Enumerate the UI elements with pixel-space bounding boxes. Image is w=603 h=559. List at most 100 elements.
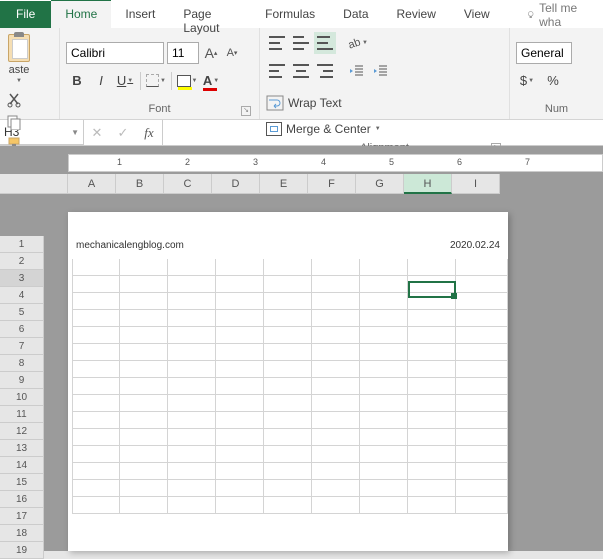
cell[interactable]: [360, 429, 408, 446]
cell[interactable]: [264, 259, 312, 276]
cell[interactable]: [312, 259, 360, 276]
row-header-12[interactable]: 12: [0, 423, 44, 440]
percent-button[interactable]: %: [542, 70, 564, 92]
tell-me[interactable]: Tell me wha: [512, 0, 603, 28]
tab-review[interactable]: Review: [383, 0, 450, 28]
cell[interactable]: [360, 480, 408, 497]
col-header-e[interactable]: E: [260, 174, 308, 194]
cell[interactable]: [72, 361, 120, 378]
cell[interactable]: [120, 429, 168, 446]
col-header-c[interactable]: C: [164, 174, 212, 194]
cell[interactable]: [216, 497, 264, 514]
tab-insert[interactable]: Insert: [111, 0, 169, 28]
row-header-4[interactable]: 4: [0, 287, 44, 304]
italic-button[interactable]: I: [90, 70, 112, 92]
cell[interactable]: [456, 395, 508, 412]
cell[interactable]: [360, 344, 408, 361]
col-header-g[interactable]: G: [356, 174, 404, 194]
cell[interactable]: [264, 293, 312, 310]
row-header-7[interactable]: 7: [0, 338, 44, 355]
cell[interactable]: [408, 463, 456, 480]
row-header-17[interactable]: 17: [0, 508, 44, 525]
cell[interactable]: [312, 293, 360, 310]
cell[interactable]: [72, 293, 120, 310]
shrink-font-button[interactable]: A▾: [223, 44, 241, 62]
cell[interactable]: [312, 480, 360, 497]
cell[interactable]: [264, 395, 312, 412]
cell[interactable]: [120, 310, 168, 327]
cell[interactable]: [216, 463, 264, 480]
align-left-button[interactable]: [266, 60, 288, 82]
cell[interactable]: [168, 310, 216, 327]
cell[interactable]: [360, 446, 408, 463]
cell[interactable]: [408, 361, 456, 378]
cell[interactable]: [72, 446, 120, 463]
cell[interactable]: [360, 395, 408, 412]
row-header-11[interactable]: 11: [0, 406, 44, 423]
cell[interactable]: [216, 429, 264, 446]
cell[interactable]: [216, 395, 264, 412]
cell[interactable]: [120, 361, 168, 378]
cell[interactable]: [360, 412, 408, 429]
row-header-14[interactable]: 14: [0, 457, 44, 474]
row-header-16[interactable]: 16: [0, 491, 44, 508]
fill-color-button[interactable]: ▼: [176, 70, 198, 92]
cut-icon[interactable]: [6, 92, 22, 108]
cell[interactable]: [408, 293, 456, 310]
cell[interactable]: [360, 259, 408, 276]
cell[interactable]: [168, 378, 216, 395]
cell[interactable]: [72, 463, 120, 480]
cell[interactable]: [408, 497, 456, 514]
cell[interactable]: [456, 463, 508, 480]
cell[interactable]: [120, 276, 168, 293]
cell[interactable]: [312, 276, 360, 293]
cell[interactable]: [360, 327, 408, 344]
tab-view[interactable]: View: [450, 0, 504, 28]
col-header-i[interactable]: I: [452, 174, 500, 194]
cell[interactable]: [120, 259, 168, 276]
cell[interactable]: [408, 310, 456, 327]
cell[interactable]: [264, 480, 312, 497]
cell[interactable]: [312, 412, 360, 429]
cell[interactable]: [456, 293, 508, 310]
cell[interactable]: [168, 259, 216, 276]
cell[interactable]: [216, 276, 264, 293]
cell[interactable]: [456, 378, 508, 395]
cell[interactable]: [456, 344, 508, 361]
cell[interactable]: [264, 378, 312, 395]
cell[interactable]: [72, 395, 120, 412]
cell[interactable]: [120, 480, 168, 497]
cell[interactable]: [360, 497, 408, 514]
enter-formula-button[interactable]: ✓: [110, 125, 136, 141]
cell[interactable]: [408, 344, 456, 361]
cell[interactable]: [456, 276, 508, 293]
cell[interactable]: [264, 429, 312, 446]
cell[interactable]: [120, 497, 168, 514]
cell[interactable]: [72, 412, 120, 429]
cell[interactable]: [216, 293, 264, 310]
cell[interactable]: [168, 276, 216, 293]
tab-page-layout[interactable]: Page Layout: [169, 0, 251, 28]
cell[interactable]: [312, 497, 360, 514]
cell[interactable]: [168, 412, 216, 429]
cell[interactable]: [264, 361, 312, 378]
row-header-8[interactable]: 8: [0, 355, 44, 372]
tab-formulas[interactable]: Formulas: [251, 0, 329, 28]
cell[interactable]: [216, 480, 264, 497]
cell[interactable]: [408, 412, 456, 429]
wrap-text-button[interactable]: Wrap Text: [266, 92, 503, 114]
cell[interactable]: [264, 446, 312, 463]
font-dialog-launcher[interactable]: ↘: [241, 106, 251, 116]
cell[interactable]: [456, 259, 508, 276]
col-header-b[interactable]: B: [116, 174, 164, 194]
cell[interactable]: [408, 259, 456, 276]
cell[interactable]: [264, 412, 312, 429]
row-header-10[interactable]: 10: [0, 389, 44, 406]
currency-button[interactable]: $▼: [516, 70, 538, 92]
cell[interactable]: [168, 395, 216, 412]
cell[interactable]: [408, 395, 456, 412]
cell[interactable]: [216, 310, 264, 327]
cell[interactable]: [456, 446, 508, 463]
cell[interactable]: [120, 446, 168, 463]
cell[interactable]: [360, 463, 408, 480]
